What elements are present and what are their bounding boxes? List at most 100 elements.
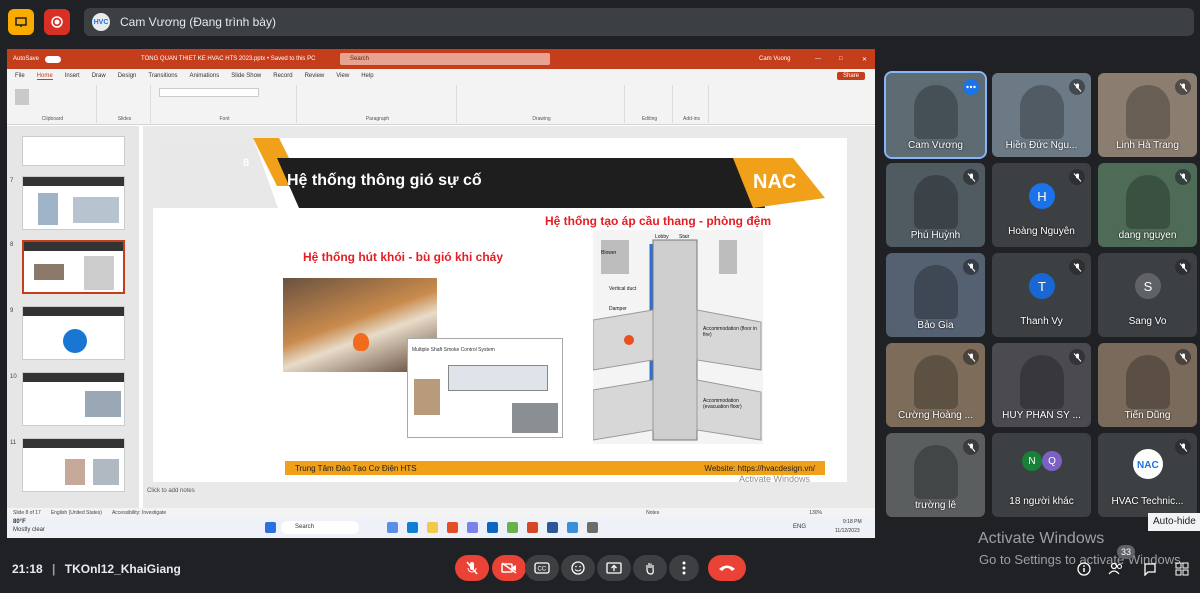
slide-title: Hệ thống thông gió sự cố: [287, 172, 482, 189]
menu-item[interactable]: Slide Show: [231, 73, 261, 79]
app-icon[interactable]: [507, 522, 518, 533]
ribbon-paragraph[interactable]: Paragraph: [299, 85, 457, 123]
participant-tile[interactable]: Cường Hoàng ...: [886, 343, 985, 427]
participant-tile[interactable]: trường lê: [886, 433, 985, 517]
slide-canvas[interactable]: 8 Hệ thống thông gió sự cố NAC Hệ thống …: [153, 138, 847, 482]
presentation-icon[interactable]: [8, 9, 34, 35]
menu-item[interactable]: Insert: [65, 73, 80, 79]
mic-muted-icon: [1175, 439, 1191, 455]
windows-taskbar: 80°F Mostly clear Search ENG 9:18 PM 11/…: [7, 517, 875, 538]
status-slide: Slide 8 of 17: [13, 509, 41, 516]
participant-tile[interactable]: Bảo Gia: [886, 253, 985, 337]
ribbon-slides[interactable]: Slides: [99, 85, 151, 123]
ribbon-drawing[interactable]: Drawing: [459, 85, 625, 123]
participant-tile[interactable]: dang nguyen: [1098, 163, 1197, 247]
edge-icon[interactable]: [407, 522, 418, 533]
participant-name: 18 người khác: [1009, 496, 1074, 507]
people-icon[interactable]: [1108, 561, 1124, 577]
file-explorer-icon[interactable]: [387, 522, 398, 533]
status-notes[interactable]: Notes: [646, 510, 659, 516]
more-options-button[interactable]: [669, 555, 699, 581]
participant-tile[interactable]: S Sang Vo: [1098, 253, 1197, 337]
chat-icon[interactable]: [1142, 561, 1158, 577]
menu-item[interactable]: Home: [36, 73, 53, 80]
meeting-details-icon[interactable]: [1076, 561, 1092, 577]
footer-right[interactable]: Website: https://hvacdesign.vn/: [704, 464, 815, 473]
captions-button[interactable]: CC: [525, 555, 559, 581]
menu-item[interactable]: Animations: [190, 73, 220, 79]
top-bar: HVC Cam Vương (Đang trình bày): [0, 0, 1200, 44]
activities-icon[interactable]: [1174, 561, 1190, 577]
slide-thumbnail-selected[interactable]: [22, 240, 125, 294]
menu-item[interactable]: Draw: [92, 73, 106, 79]
status-zoom[interactable]: 130%: [809, 510, 822, 516]
slide-thumbnail-pane: 7 8 9 10 11: [7, 126, 139, 508]
menu-item[interactable]: Help: [361, 73, 373, 79]
slide-thumbnail[interactable]: [22, 306, 125, 360]
right-heading: Hệ thống tạo áp cầu thang - phòng đệm: [545, 214, 771, 228]
ppt-search[interactable]: Search: [340, 53, 550, 65]
emoji-button[interactable]: [561, 555, 595, 581]
windows-start-icon[interactable]: [265, 522, 276, 533]
camera-toggle-button[interactable]: [492, 555, 526, 581]
participant-tile[interactable]: Cam Vương: [884, 71, 987, 159]
status-accessibility[interactable]: Accessibility: Investigate: [112, 510, 166, 516]
record-icon[interactable]: [44, 9, 70, 35]
slide-thumbnail[interactable]: [22, 372, 125, 426]
share-button[interactable]: Share: [836, 72, 865, 80]
participant-name: Phú Huỳnh: [910, 230, 961, 241]
menu-item[interactable]: Record: [273, 73, 292, 79]
slide-thumbnail[interactable]: [22, 438, 125, 492]
notes-placeholder[interactable]: Click to add notes: [147, 488, 195, 494]
ppt-search-placeholder: Search: [350, 56, 370, 62]
menu-item[interactable]: File: [15, 73, 25, 79]
font-select[interactable]: [159, 88, 259, 97]
mic-muted-icon: [1069, 259, 1085, 275]
participant-video: [914, 265, 958, 319]
menu-item[interactable]: Review: [305, 73, 325, 79]
paste-icon[interactable]: [15, 89, 29, 105]
participant-tile[interactable]: NAC HVAC Technic...: [1098, 433, 1197, 517]
participant-tile[interactable]: HUY PHAN SỸ ...: [992, 343, 1091, 427]
ribbon-clipboard[interactable]: Clipboard: [9, 85, 97, 123]
participant-tile[interactable]: Linh Hà Trang: [1098, 73, 1197, 157]
outlook-icon[interactable]: [567, 522, 578, 533]
mic-toggle-button[interactable]: [455, 555, 489, 581]
ribbon-group-label: Slides: [117, 116, 132, 122]
participant-tile[interactable]: N Q 18 người khác: [992, 433, 1091, 517]
slide-thumbnail[interactable]: [22, 136, 125, 166]
teams-icon[interactable]: [467, 522, 478, 533]
participant-tile[interactable]: Hiền Đức Ngu...: [992, 73, 1091, 157]
powerpoint-icon[interactable]: [527, 522, 538, 533]
ribbon-addins[interactable]: Add-ins: [675, 85, 709, 123]
menu-item[interactable]: Transitions: [148, 73, 177, 79]
participant-tile[interactable]: H Hoàng Nguyễn: [992, 163, 1091, 247]
autosave-toggle[interactable]: [45, 55, 62, 63]
participant-tile[interactable]: Phú Huỳnh: [886, 163, 985, 247]
ribbon-font[interactable]: Font: [153, 85, 297, 123]
slide-thumbnail[interactable]: [22, 176, 125, 230]
taskbar-lang[interactable]: ENG: [793, 524, 806, 530]
menu-item[interactable]: View: [336, 73, 349, 79]
app-icon[interactable]: [587, 522, 598, 533]
taskbar-search[interactable]: Search: [281, 521, 359, 534]
minimize-icon[interactable]: —: [815, 56, 821, 62]
participant-video: [914, 85, 958, 139]
ribbon-editing[interactable]: Editing: [627, 85, 673, 123]
participant-count-badge: 33: [1117, 545, 1135, 559]
folder-icon[interactable]: [427, 522, 438, 533]
participant-tile[interactable]: Tiến Dũng: [1098, 343, 1197, 427]
word-icon[interactable]: [547, 522, 558, 533]
mic-muted-icon: [1069, 79, 1085, 95]
participant-video: [914, 175, 958, 229]
zalo-icon[interactable]: [487, 522, 498, 533]
participant-tile[interactable]: T Thanh Vy: [992, 253, 1091, 337]
chrome-icon[interactable]: [447, 522, 458, 533]
svg-text:NAC: NAC: [1137, 460, 1159, 471]
maximize-icon[interactable]: □: [839, 56, 843, 62]
present-button[interactable]: [597, 555, 631, 581]
raise-hand-button[interactable]: [633, 555, 667, 581]
close-icon[interactable]: ✕: [862, 56, 867, 63]
leave-call-button[interactable]: [708, 555, 746, 581]
menu-item[interactable]: Design: [118, 73, 137, 79]
